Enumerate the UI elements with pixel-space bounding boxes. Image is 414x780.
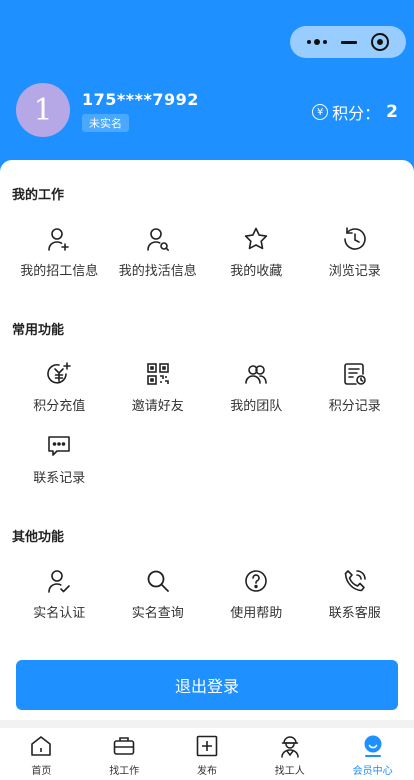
record-icon xyxy=(343,363,366,385)
tab-label: 会员中心 xyxy=(352,766,393,777)
menu-item-label: 联系客服 xyxy=(328,606,381,621)
qrcode-icon xyxy=(146,363,169,385)
more-icon[interactable] xyxy=(307,39,327,45)
menu-item-verify[interactable]: 实名认证 xyxy=(10,566,109,638)
tab-member-center[interactable]: 会员中心 xyxy=(331,728,414,780)
avatar[interactable]: 1 xyxy=(16,83,70,137)
tab-publish[interactable]: 发布 xyxy=(166,728,249,780)
menu-item-label: 我的找活信息 xyxy=(118,264,197,279)
tab-find-job[interactable]: 找工作 xyxy=(83,728,166,780)
worker-icon xyxy=(281,736,299,758)
tab-label: 找工作 xyxy=(109,766,140,777)
menu-item-label: 浏览记录 xyxy=(328,264,381,279)
tab-label: 找工人 xyxy=(274,766,305,777)
tab-label: 发布 xyxy=(196,766,217,777)
menu-item-recharge[interactable]: 积分充值 xyxy=(10,359,109,431)
points-display[interactable]: ¥ 积分： 2 xyxy=(312,100,398,124)
menu-item-my-job-seek[interactable]: 我的找活信息 xyxy=(109,224,208,296)
menu-item-help[interactable]: 使用帮助 xyxy=(207,566,306,638)
phone-icon xyxy=(344,570,366,592)
menu-item-label: 积分充值 xyxy=(33,399,86,414)
user-phone: 175****7992 xyxy=(82,90,199,109)
help-icon xyxy=(245,570,268,592)
menu-item-invite[interactable]: 邀请好友 xyxy=(109,359,208,431)
grid-other: 实名认证 实名查询 使用帮助 联系客服 xyxy=(10,566,404,638)
profile-header: 1 175****7992 未实名 ¥ 积分： 2 xyxy=(0,0,414,175)
logout-button[interactable]: 退出登录 xyxy=(16,660,398,710)
user-verify-icon xyxy=(48,570,71,593)
verify-status-badge: 未实名 xyxy=(82,114,129,132)
menu-item-label: 邀请好友 xyxy=(131,399,184,414)
close-target-icon[interactable] xyxy=(371,33,389,51)
mini-program-capsule xyxy=(290,26,406,58)
home-icon xyxy=(31,736,52,756)
menu-item-label: 我的团队 xyxy=(230,399,283,414)
menu-item-contact-record[interactable]: 联系记录 xyxy=(10,431,109,503)
menu-item-favorites[interactable]: 我的收藏 xyxy=(207,224,306,296)
menu-item-label: 联系记录 xyxy=(33,471,86,486)
history-icon xyxy=(343,227,366,250)
menu-item-label: 实名认证 xyxy=(33,606,86,621)
section-title-common: 常用功能 xyxy=(12,323,65,338)
search-icon xyxy=(147,570,169,592)
bottom-tab-bar: 首页 找工作 发布 找工人 会员中心 xyxy=(0,728,414,780)
briefcase-icon xyxy=(113,737,135,755)
star-icon xyxy=(245,227,268,250)
points-value: 2 xyxy=(386,102,398,122)
menu-item-label: 使用帮助 xyxy=(230,606,283,621)
points-label: 积分： xyxy=(332,104,381,123)
menu-item-customer-service[interactable]: 联系客服 xyxy=(306,566,405,638)
minimize-icon[interactable] xyxy=(341,40,357,44)
menu-item-points-record[interactable]: 积分记录 xyxy=(306,359,405,431)
grid-common: 积分充值 邀请好友 我的团队 积分记录 联系记录 xyxy=(10,359,404,503)
menu-item-team[interactable]: 我的团队 xyxy=(207,359,306,431)
menu-card: 我的工作 我的招工信息 我的找活信息 我的收藏 浏览记录 常用功能 积分充值 邀… xyxy=(0,160,414,720)
menu-item-label: 实名查询 xyxy=(131,606,184,621)
tab-label: 首页 xyxy=(31,766,52,777)
menu-item-label: 我的收藏 xyxy=(230,264,283,279)
user-add-icon xyxy=(48,228,70,251)
tab-find-worker[interactable]: 找工人 xyxy=(248,728,331,780)
section-title-other: 其他功能 xyxy=(12,530,65,545)
member-icon xyxy=(364,735,382,757)
menu-item-label: 我的招工信息 xyxy=(20,264,99,279)
coin-icon: ¥ xyxy=(312,104,329,120)
grid-work: 我的招工信息 我的找活信息 我的收藏 浏览记录 xyxy=(10,224,404,296)
menu-item-label: 积分记录 xyxy=(328,399,381,414)
section-title-work: 我的工作 xyxy=(12,188,65,203)
menu-item-history[interactable]: 浏览记录 xyxy=(306,224,405,296)
team-icon xyxy=(245,365,268,384)
user-search-icon xyxy=(146,228,169,251)
chat-icon xyxy=(48,436,71,456)
menu-item-verify-query[interactable]: 实名查询 xyxy=(109,566,208,638)
coin-plus-icon xyxy=(47,362,72,384)
tab-home[interactable]: 首页 xyxy=(0,728,83,780)
plus-square-icon xyxy=(196,735,218,757)
menu-item-my-recruit[interactable]: 我的招工信息 xyxy=(10,224,109,296)
